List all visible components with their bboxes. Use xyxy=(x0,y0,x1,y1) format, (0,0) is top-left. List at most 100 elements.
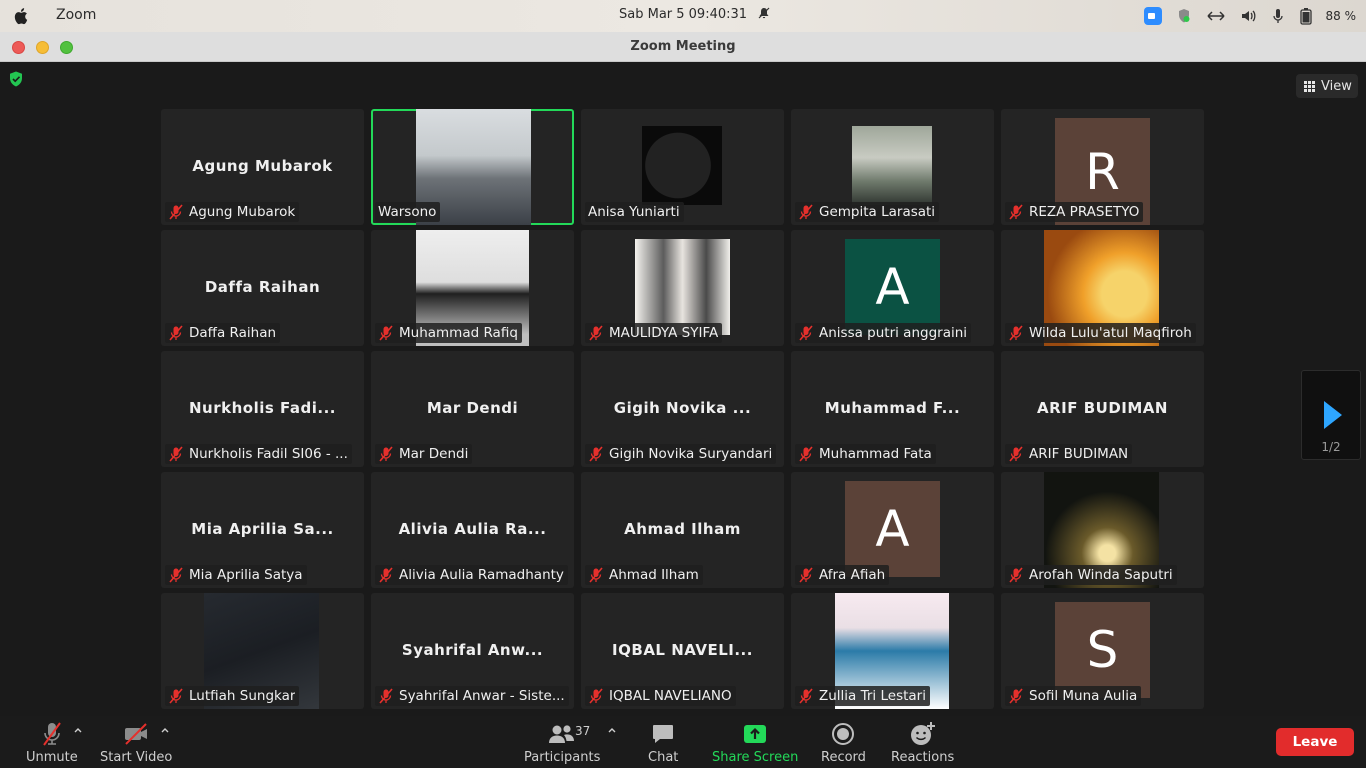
audio-options-chevron-up-icon[interactable] xyxy=(73,725,83,735)
participant-tile[interactable]: MAULIDYA SYIFA xyxy=(581,230,784,346)
reactions-button[interactable]: Reactions xyxy=(891,720,954,765)
window-titlebar: Zoom Meeting xyxy=(0,32,1366,62)
status-area: 88 % xyxy=(1143,5,1357,27)
participant-tile[interactable]: Syahrifal Anw... Syahrifal Anwar - Siste.… xyxy=(371,593,574,709)
participant-tile[interactable]: A Afra Afiah xyxy=(791,472,994,588)
chat-bubble-icon xyxy=(651,720,675,748)
participant-name: Agung Mubarok xyxy=(189,204,296,220)
participant-tile[interactable]: A Anissa putri anggraini xyxy=(791,230,994,346)
volume-icon[interactable] xyxy=(1240,8,1256,24)
microphone-muted-icon xyxy=(1009,204,1023,220)
battery-icon[interactable] xyxy=(1299,7,1312,25)
participant-name-label: Muhammad Rafiq xyxy=(375,323,522,343)
video-feed xyxy=(852,126,932,205)
view-label: View xyxy=(1321,78,1352,94)
video-feed xyxy=(635,239,730,335)
microphone-muted-icon xyxy=(169,688,183,704)
battery-percent: 88 % xyxy=(1325,9,1357,23)
participant-tile[interactable]: ARIF BUDIMAN ARIF BUDIMAN xyxy=(1001,351,1204,467)
window-title: Zoom Meeting xyxy=(630,39,736,54)
participant-name-label: REZA PRASETYO xyxy=(1005,202,1144,222)
microphone-muted-icon xyxy=(1009,325,1023,341)
view-button[interactable]: View xyxy=(1296,74,1358,98)
participant-name-label: Muhammad Fata xyxy=(795,444,936,464)
participant-name: Nurkholis Fadil SI06 - ... xyxy=(189,446,348,462)
participant-tile[interactable]: Warsono xyxy=(371,109,574,225)
participant-name-label: ARIF BUDIMAN xyxy=(1005,444,1133,464)
participant-name: Gigih Novika Suryandari xyxy=(609,446,773,462)
microphone-muted-icon xyxy=(379,446,393,462)
avatar: A xyxy=(845,481,940,577)
app-name-menu[interactable]: Zoom xyxy=(56,7,96,23)
encryption-shield-icon[interactable] xyxy=(9,71,23,87)
microphone-muted-icon xyxy=(799,204,813,220)
participant-name: Arofah Winda Saputri xyxy=(1029,567,1173,583)
participant-tile[interactable]: Mia Aprilia Sa... Mia Aprilia Satya xyxy=(161,472,364,588)
participant-tile[interactable]: Nurkholis Fadi... Nurkholis Fadil SI06 - … xyxy=(161,351,364,467)
next-page-button[interactable]: 1/2 xyxy=(1301,370,1361,460)
participant-tile[interactable]: Zullia Tri Lestari xyxy=(791,593,994,709)
participant-name-label: Lutfiah Sungkar xyxy=(165,686,300,706)
participant-name: Mar Dendi xyxy=(399,446,469,462)
participant-tile[interactable]: Gigih Novika ... Gigih Novika Suryandari xyxy=(581,351,784,467)
avatar: S xyxy=(1055,602,1150,698)
participant-tile[interactable]: R REZA PRASETYO xyxy=(1001,109,1204,225)
participant-tile[interactable]: S Sofil Muna Aulia xyxy=(1001,593,1204,709)
participant-tile[interactable]: Agung Mubarok Agung Mubarok xyxy=(161,109,364,225)
record-icon xyxy=(831,720,855,748)
zoom-icon[interactable] xyxy=(1143,7,1162,25)
participant-tile[interactable]: Lutfiah Sungkar xyxy=(161,593,364,709)
participant-name: Wilda Lulu'atul Maqfiroh xyxy=(1029,325,1192,341)
participant-name: Afra Afiah xyxy=(819,567,886,583)
unmute-label: Unmute xyxy=(26,750,78,765)
participant-tile[interactable]: IQBAL NAVELI... IQBAL NAVELIANO xyxy=(581,593,784,709)
participant-name-label: Zullia Tri Lestari xyxy=(795,686,930,706)
microphone-icon[interactable] xyxy=(1270,8,1286,24)
participant-display-name: Mar Dendi xyxy=(426,399,519,417)
participant-name: Daffa Raihan xyxy=(189,325,277,341)
participant-tile[interactable]: Gempita Larasati xyxy=(791,109,994,225)
participants-options-chevron-up-icon[interactable] xyxy=(607,725,617,735)
bell-icon xyxy=(758,7,770,19)
share-screen-icon xyxy=(743,720,767,748)
participant-tile[interactable]: Ahmad Ilham Ahmad Ilham xyxy=(581,472,784,588)
chat-button[interactable]: Chat xyxy=(648,720,678,765)
participant-name: Syahrifal Anwar - Siste... xyxy=(399,688,565,704)
grid-view-icon xyxy=(1304,80,1315,92)
participant-tile[interactable]: Alivia Aulia Ra... Alivia Aulia Ramadhant… xyxy=(371,472,574,588)
meeting-area: View Agung Mubarok Agung Mubarok Warsono An… xyxy=(0,62,1366,716)
participant-name-label: IQBAL NAVELIANO xyxy=(585,686,736,706)
network-icon[interactable] xyxy=(1206,8,1226,24)
participant-name: ARIF BUDIMAN xyxy=(1029,446,1129,462)
reactions-label: Reactions xyxy=(891,750,955,765)
microphone-muted-icon xyxy=(169,204,183,220)
clock-text: Sab Mar 5 09:40:31 xyxy=(619,7,748,22)
video-options-chevron-up-icon[interactable] xyxy=(160,725,170,735)
microphone-muted-icon xyxy=(379,688,393,704)
share-screen-button[interactable]: Share Screen xyxy=(712,720,798,765)
participant-tile[interactable]: Muhammad F... Muhammad Fata xyxy=(791,351,994,467)
leave-button[interactable]: Leave xyxy=(1276,728,1354,756)
participant-name-label: Agung Mubarok xyxy=(165,202,300,222)
microphone-muted-icon xyxy=(379,325,393,341)
start-video-label: Start Video xyxy=(100,750,173,765)
participant-tile[interactable]: Wilda Lulu'atul Maqfiroh xyxy=(1001,230,1204,346)
participant-name: Lutfiah Sungkar xyxy=(189,688,296,704)
participant-tile[interactable]: Mar Dendi Mar Dendi xyxy=(371,351,574,467)
participant-name-label: Nurkholis Fadil SI06 - ... xyxy=(165,444,352,464)
shield-icon[interactable] xyxy=(1176,8,1192,24)
record-button[interactable]: Record xyxy=(821,720,866,765)
participant-name-label: Daffa Raihan xyxy=(165,323,281,343)
participant-name: Muhammad Rafiq xyxy=(399,325,518,341)
unmute-button[interactable]: Unmute xyxy=(26,720,78,765)
participant-tile[interactable]: Arofah Winda Saputri xyxy=(1001,472,1204,588)
participant-tile[interactable]: Anisa Yuniarti xyxy=(581,109,784,225)
participant-tile[interactable]: Muhammad Rafiq xyxy=(371,230,574,346)
clock[interactable]: Sab Mar 5 09:40:31 xyxy=(619,7,771,22)
video-feed xyxy=(642,126,722,205)
participant-tile[interactable]: Daffa Raihan Daffa Raihan xyxy=(161,230,364,346)
participant-name-label: Gempita Larasati xyxy=(795,202,940,222)
menubar: Zoom Sab Mar 5 09:40:31 88 % xyxy=(0,0,1366,32)
microphone-muted-icon xyxy=(40,720,64,748)
apple-icon[interactable] xyxy=(14,7,30,25)
